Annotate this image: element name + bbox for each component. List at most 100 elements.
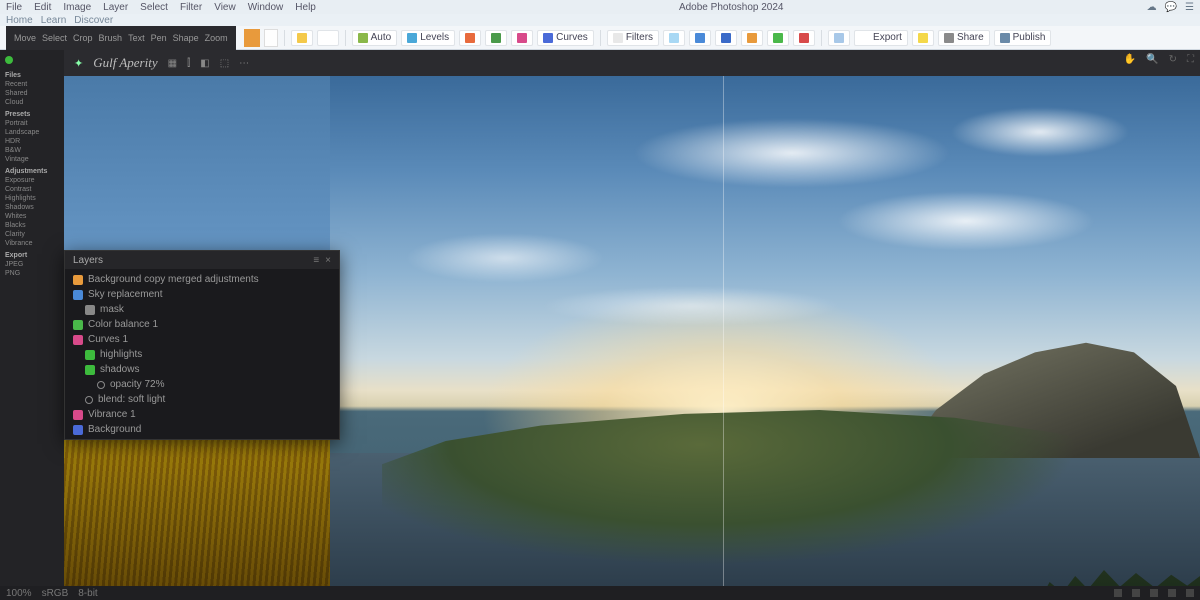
panel-close-icon[interactable]: ×: [325, 255, 331, 266]
ribbon-chip[interactable]: [828, 30, 850, 46]
layer-row[interactable]: opacity 72%: [71, 378, 333, 391]
image-cloud: [632, 118, 952, 188]
tool-button[interactable]: Zoom: [205, 33, 228, 43]
ribbon-chip[interactable]: [663, 30, 685, 46]
ribbon-chip[interactable]: Publish: [994, 30, 1052, 46]
active-doc-tab[interactable]: [244, 29, 260, 47]
chip-swatch-icon: [517, 33, 527, 43]
layer-row[interactable]: Background copy merged adjustments: [71, 273, 333, 286]
ribbon-chip[interactable]: [912, 30, 934, 46]
sidebar-item[interactable]: Landscape: [2, 128, 62, 137]
visibility-ring-icon[interactable]: [85, 396, 93, 404]
layer-row[interactable]: blend: soft light: [71, 393, 333, 406]
chat-icon[interactable]: 💬: [1165, 2, 1177, 13]
menu-item[interactable]: View: [214, 2, 236, 13]
menu-item[interactable]: Help: [295, 2, 316, 13]
layer-row[interactable]: highlights: [71, 348, 333, 361]
ribbon-chip[interactable]: Curves: [537, 30, 594, 46]
ribbon-chip[interactable]: [291, 30, 313, 46]
layer-row[interactable]: Background: [71, 423, 333, 436]
ribbon-chip[interactable]: [793, 30, 815, 46]
panel-menu-icon[interactable]: ≡: [313, 255, 319, 266]
sidebar-item[interactable]: Vibrance: [2, 239, 62, 248]
more-icon[interactable]: ⋯: [239, 58, 249, 69]
menu-item[interactable]: Window: [248, 2, 284, 13]
ribbon-chip[interactable]: [715, 30, 737, 46]
sidebar-item[interactable]: Whites: [2, 212, 62, 221]
menu-item[interactable]: Edit: [34, 2, 51, 13]
ribbon-chip[interactable]: Export: [854, 30, 908, 46]
layer-row[interactable]: Color balance 1: [71, 318, 333, 331]
menu-item[interactable]: Select: [140, 2, 168, 13]
sidebar-item[interactable]: HDR: [2, 137, 62, 146]
tool-button[interactable]: Select: [42, 33, 67, 43]
tool-button[interactable]: Pen: [151, 33, 167, 43]
ribbon-chip[interactable]: [689, 30, 711, 46]
ribbon-chip[interactable]: [767, 30, 789, 46]
layers-icon[interactable]: [1114, 589, 1122, 597]
sidebar-item[interactable]: Blacks: [2, 221, 62, 230]
menu-item[interactable]: Filter: [180, 2, 202, 13]
menu-item[interactable]: File: [6, 2, 22, 13]
strip-item[interactable]: Home: [6, 15, 33, 26]
layers-panel[interactable]: Layers ≡ × Background copy merged adjust…: [64, 250, 340, 440]
tool-button[interactable]: Shape: [173, 33, 199, 43]
ribbon-chip[interactable]: [317, 30, 339, 46]
compare-icon[interactable]: ◧: [200, 58, 209, 69]
channels-icon[interactable]: [1132, 589, 1140, 597]
sidebar-item[interactable]: Clarity: [2, 230, 62, 239]
layer-row[interactable]: Vibrance 1: [71, 408, 333, 421]
layer-row[interactable]: Curves 1: [71, 333, 333, 346]
strip-item[interactable]: Learn: [41, 15, 67, 26]
history-icon[interactable]: [1168, 589, 1176, 597]
panel-header[interactable]: Layers ≡ ×: [65, 251, 339, 269]
ribbon-chip[interactable]: [511, 30, 533, 46]
layer-row[interactable]: Sky replacement: [71, 288, 333, 301]
new-doc-tab[interactable]: [264, 29, 278, 47]
hand-icon[interactable]: ✋: [1124, 54, 1136, 65]
sidebar-item[interactable]: PNG: [2, 269, 62, 278]
menu-item[interactable]: Image: [63, 2, 91, 13]
ribbon-chip[interactable]: Filters: [607, 30, 659, 46]
rotate-icon[interactable]: ↻: [1169, 54, 1177, 65]
sidebar-item[interactable]: Recent: [2, 80, 62, 89]
ribbon-chip[interactable]: Auto: [352, 30, 398, 46]
compare-divider[interactable]: [723, 76, 724, 600]
sidebar-item[interactable]: JPEG: [2, 260, 62, 269]
zoom-icon[interactable]: 🔍: [1146, 54, 1158, 65]
sidebar-item[interactable]: Contrast: [2, 185, 62, 194]
strip-item[interactable]: Discover: [74, 15, 113, 26]
cloud-icon[interactable]: ☁: [1147, 2, 1157, 13]
sidebar-item[interactable]: Shadows: [2, 203, 62, 212]
ribbon-chip[interactable]: [485, 30, 507, 46]
info-icon[interactable]: [1186, 589, 1194, 597]
sidebar-item[interactable]: B&W: [2, 146, 62, 155]
ribbon-chip[interactable]: [459, 30, 481, 46]
sidebar-item[interactable]: Cloud: [2, 98, 62, 107]
layer-row[interactable]: mask: [71, 303, 333, 316]
tool-button[interactable]: Move: [14, 33, 36, 43]
zoom-level[interactable]: 100%: [6, 588, 32, 599]
menu-item[interactable]: Layer: [103, 2, 128, 13]
sidebar-item[interactable]: Highlights: [2, 194, 62, 203]
grid-icon[interactable]: ▦: [168, 58, 177, 69]
fullscreen-icon[interactable]: ⛶: [1187, 54, 1194, 65]
layer-swatch-icon: [85, 365, 95, 375]
ribbon-chip[interactable]: Share: [938, 30, 990, 46]
tool-button[interactable]: Text: [128, 33, 145, 43]
tool-button[interactable]: Crop: [73, 33, 93, 43]
visibility-ring-icon[interactable]: [97, 381, 105, 389]
sidebar-item[interactable]: Shared: [2, 89, 62, 98]
tool-button[interactable]: Brush: [99, 33, 123, 43]
sidebar-item[interactable]: Exposure: [2, 176, 62, 185]
layer-row[interactable]: shadows: [71, 363, 333, 376]
ribbon-chip[interactable]: [741, 30, 763, 46]
ribbon-chip[interactable]: Levels: [401, 30, 455, 46]
paths-icon[interactable]: [1150, 589, 1158, 597]
bell-icon[interactable]: ☰: [1185, 2, 1194, 13]
crop-icon[interactable]: ⬚: [220, 58, 229, 69]
sidebar-item[interactable]: Vintage: [2, 155, 62, 164]
sidebar-item[interactable]: Portrait: [2, 119, 62, 128]
histogram-icon[interactable]: ⫿: [187, 58, 190, 69]
chip-label: Filters: [626, 32, 653, 43]
